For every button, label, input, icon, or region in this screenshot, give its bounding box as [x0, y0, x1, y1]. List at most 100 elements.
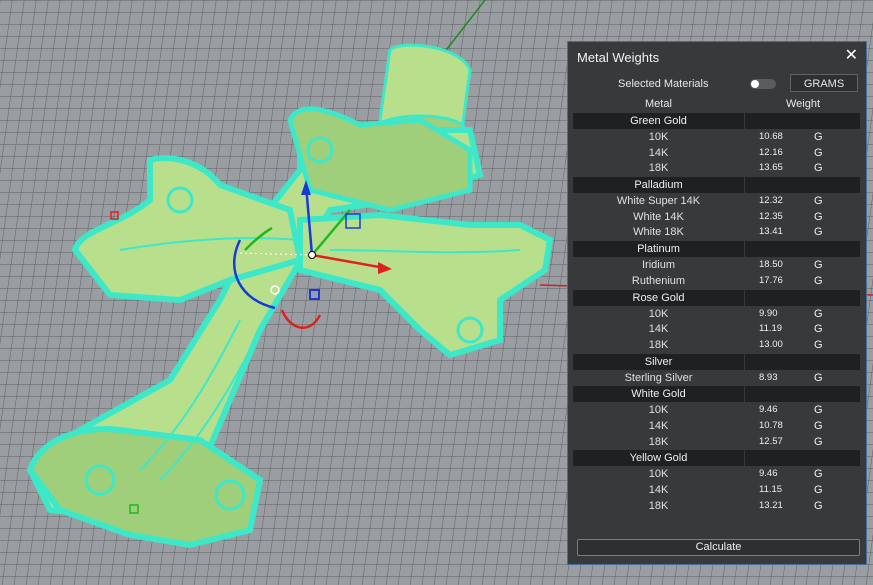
table-row: 18K 12.57 G [573, 434, 860, 450]
weight-unit: G [814, 307, 823, 320]
metal-name: 14K [648, 146, 669, 159]
group-name: Palladium [634, 179, 683, 192]
weight-value: 13.65 [759, 162, 783, 174]
column-divider [744, 450, 745, 467]
group-header: Platinum [573, 241, 860, 258]
group-name: Silver [644, 355, 673, 368]
metal-name: 14K [648, 323, 669, 336]
weight-value: 11.15 [759, 484, 783, 495]
metal-name: 10K [648, 307, 669, 320]
weight-value: 10.68 [759, 131, 783, 142]
table-row: 14K 12.16 G [573, 145, 860, 161]
weight-value: 9.90 [759, 307, 778, 319]
metal-name: 10K [648, 468, 669, 481]
table-row: White 14K 12.35 G [573, 209, 860, 225]
metal-name: 10K [648, 404, 669, 417]
weight-value: 12.57 [759, 435, 783, 447]
weight-unit: G [814, 404, 823, 417]
group-header: White Gold [573, 386, 860, 403]
column-divider [744, 289, 745, 306]
metal-name: 18K [648, 499, 669, 512]
group-header: Green Gold [573, 113, 860, 129]
column-divider [744, 353, 745, 370]
weight-value: 9.46 [759, 468, 778, 480]
metal-name: 14K [648, 419, 669, 432]
weight-unit: G [814, 131, 823, 143]
table-row: 10K 9.90 G [573, 306, 860, 322]
table-row: 14K 11.15 G [573, 482, 860, 498]
weight-value: 11.19 [759, 323, 783, 335]
column-divider [744, 113, 745, 129]
table-row: 18K 13.00 G [573, 337, 860, 353]
metal-name: 18K [648, 435, 669, 448]
group-header: Silver [573, 353, 860, 370]
toggle-knob [751, 80, 759, 88]
weight-unit: G [814, 210, 823, 223]
table-row: Sterling Silver 8.93 G [573, 370, 860, 386]
weight-unit: G [814, 259, 823, 272]
selected-materials-label: Selected Materials [618, 78, 709, 90]
column-divider [744, 177, 745, 194]
weight-value: 12.16 [759, 146, 783, 158]
group-header: Yellow Gold [573, 450, 860, 467]
metal-name: Sterling Silver [624, 371, 693, 384]
weight-unit: G [814, 162, 823, 175]
close-icon[interactable]: ✕ [845, 47, 858, 65]
weight-unit: G [814, 371, 823, 384]
weight-unit: G [814, 146, 823, 159]
group-name: Rose Gold [632, 291, 685, 304]
panel-title: Metal Weights [577, 50, 660, 65]
unit-button[interactable]: GRAMS [790, 74, 858, 92]
weight-value: 17.76 [759, 274, 783, 286]
metal-name: 14K [648, 484, 669, 496]
table-row: 14K 10.78 G [573, 418, 860, 434]
table-row: Ruthenium 17.76 G [573, 273, 860, 289]
weight-unit: G [814, 435, 823, 448]
column-header-weight: Weight [786, 98, 821, 110]
weight-value: 12.32 [759, 195, 783, 207]
metal-name: White 18K [633, 226, 684, 239]
group-name: Green Gold [630, 115, 687, 127]
group-name: Yellow Gold [629, 452, 688, 465]
weight-value: 18.50 [759, 259, 783, 271]
table-row: 10K 9.46 G [573, 466, 860, 482]
weight-value: 12.35 [759, 210, 783, 222]
weight-value: 13.00 [759, 338, 783, 350]
weight-value: 10.78 [759, 419, 783, 431]
table-row: 14K 11.19 G [573, 321, 860, 337]
metal-name: Ruthenium [631, 274, 686, 287]
metal-name: Iridium [641, 259, 675, 272]
metal-name: 10K [648, 131, 669, 143]
metal-name: White 14K [633, 210, 684, 223]
table-row: 10K 10.68 G [573, 129, 860, 145]
weight-value: 8.93 [759, 371, 778, 383]
weight-unit: G [814, 499, 823, 512]
weight-unit: G [814, 484, 823, 496]
metal-name: 18K [648, 338, 669, 351]
weight-unit: G [814, 226, 823, 239]
metal-name: White Super 14K [616, 195, 701, 208]
calculate-button[interactable]: Calculate [577, 539, 860, 556]
table-row: 18K 13.21 G [573, 498, 860, 514]
weights-table: Green Gold 10K 10.68 G 14K 12.16 G 18K 13.65 G Pal… [573, 112, 860, 513]
weight-value: 13.21 [759, 499, 783, 511]
weight-unit: G [814, 195, 823, 208]
table-row: 18K 13.65 G [573, 160, 860, 176]
table-row: Iridium 18.50 G [573, 257, 860, 273]
group-name: White Gold [631, 388, 686, 401]
selected-materials-toggle[interactable] [750, 79, 776, 89]
column-divider [744, 241, 745, 258]
table-row: White Super 14K 12.32 G [573, 193, 860, 209]
group-header: Palladium [573, 177, 860, 194]
panel-title-bar[interactable]: Metal Weights ✕ [568, 42, 866, 72]
weight-unit: G [814, 419, 823, 432]
weight-unit: G [814, 274, 823, 287]
weight-value: 9.46 [759, 404, 778, 416]
table-row: White 18K 13.41 G [573, 224, 860, 240]
weight-value: 13.41 [759, 226, 783, 238]
column-header-metal: Metal [645, 98, 672, 110]
table-row: 10K 9.46 G [573, 402, 860, 418]
column-divider [744, 386, 745, 403]
weight-unit: G [814, 468, 823, 481]
weight-unit: G [814, 338, 823, 351]
